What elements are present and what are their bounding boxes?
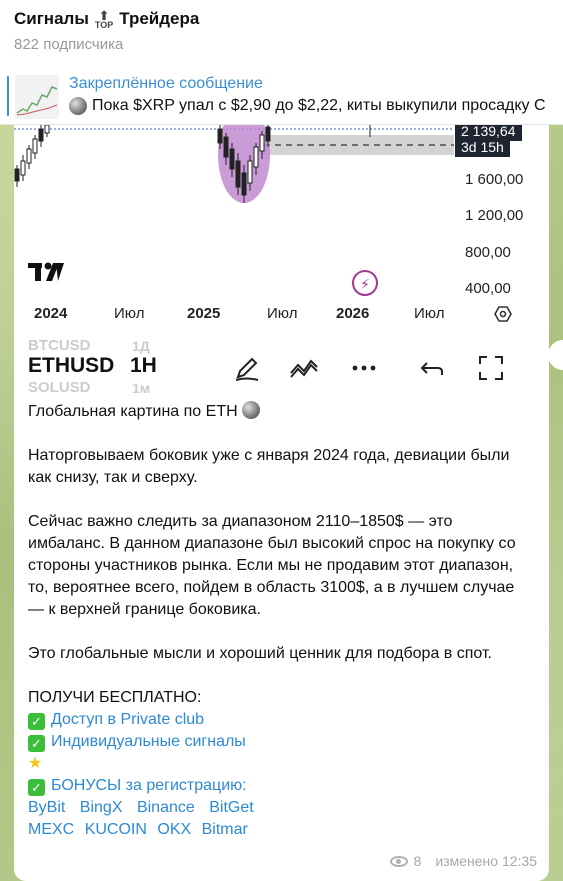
pinned-indicator [7,76,9,116]
trend-icon[interactable] [289,353,319,383]
subscriber-count: 822 подписчика [14,36,124,53]
fullscreen-icon[interactable] [476,353,506,383]
price-axis-label: 1 600,00 [465,171,524,188]
more-icon[interactable] [349,353,379,383]
coin-icon [69,97,87,115]
price-axis-label: 800,00 [465,244,511,261]
price-axis-label: 400,00 [465,280,511,297]
top-arrow-icon: ⬆ TOP [94,7,114,30]
link-row: ✓ Индивидуальные сигналы [28,731,533,753]
post-paragraph: Наторговываем боковик уже с января 2024 … [28,447,510,486]
channel-title: Сигналы ⬆ TOP Трейдера [14,7,200,30]
top-label: TOP [94,19,114,30]
x-axis-label: 2026 [336,305,370,322]
ghost-timeframe-bottom: 1м [132,380,151,396]
view-count: 8 [413,853,422,869]
post-heading: Глобальная картина по ETH [28,401,533,423]
channel-title-after: Трейдера [119,9,200,28]
pinned-preview-text: Пока $XRP упал с $2,90 до $2,22, киты вы… [92,97,546,114]
pinned-message-bar[interactable]: Закреплённое сообщение Пока $XRP упал с … [0,68,563,125]
timeframe-selector[interactable]: 1H [130,354,157,378]
star-row: ★ [28,753,533,775]
ghost-symbol-top: BTCUSD [28,337,91,354]
symbol-selector[interactable]: ETHUSD [28,354,114,378]
exchange-link[interactable]: MEXC [28,821,74,838]
pinned-preview: Пока $XRP упал с $2,90 до $2,22, киты вы… [69,97,546,115]
check-icon: ✓ [28,713,45,730]
exchange-row: ByBit BingX Binance BitGet [28,797,533,819]
undo-icon[interactable] [418,353,448,383]
pinned-title: Закреплённое сообщение [69,75,263,92]
ghost-timeframe-top: 1Д [132,338,150,354]
post-paragraph: Это глобальные мысли и хороший ценник дл… [28,645,492,662]
exchange-link[interactable]: KUCOIN [85,821,147,838]
exchange-link[interactable]: OKX [157,821,191,838]
link-row: ✓ БОНУСЫ за регистрацию: [28,775,533,797]
chart-toolbar: BTCUSD 1Д ETHUSD 1H SOLUSD 1м [14,335,549,397]
exchange-link[interactable]: Bitmar [202,821,248,838]
pen-icon[interactable] [232,353,262,383]
bonus-link[interactable]: БОНУСЫ за регистрацию: [51,777,247,794]
cta-heading: ПОЛУЧИ БЕСПЛАТНО: [28,689,202,706]
post-text: Глобальная картина по ETH Наторговываем … [28,401,533,841]
price-chart[interactable]: 2 139,64 3d 15h 1 600,00 1 200,00 800,00… [14,125,549,335]
price-axis-label: 1 200,00 [465,207,524,224]
coin-icon [242,401,261,419]
link-row: ✓ Доступ в Private club [28,709,533,731]
exchange-link[interactable]: BitGet [209,799,253,816]
countdown-tag: 3d 15h [455,138,510,157]
x-axis-label: Июл [267,305,298,322]
exchange-link[interactable]: Binance [137,799,195,816]
signals-link[interactable]: Индивидуальные сигналы [51,733,246,750]
views-icon [389,855,408,867]
tradingview-logo [28,261,66,288]
star-icon: ★ [28,755,43,772]
exchange-row: MEXC KUCOIN OKX Bitmar [28,819,533,841]
check-icon: ✓ [28,735,45,752]
channel-header[interactable]: Сигналы ⬆ TOP Трейдера 822 подписчика [0,0,563,69]
x-axis-label: 2024 [34,305,68,322]
exchange-link[interactable]: BingX [80,799,123,816]
exchange-link[interactable]: ByBit [28,799,65,816]
post-paragraph: Сейчас важно следить за диапазоном 2110–… [28,513,516,618]
flash-icon[interactable]: ⚡ [352,270,378,296]
x-axis: 2024 Июл 2025 Июл 2026 Июл [14,305,549,329]
private-club-link[interactable]: Доступ в Private club [51,711,204,728]
x-axis-label: Июл [114,305,145,322]
message-meta: 8 изменено 12:35 [389,853,537,869]
channel-title-before: Сигналы [14,9,89,28]
pinned-thumbnail [15,75,59,119]
ghost-symbol-bottom: SOLUSD [28,379,91,396]
check-icon: ✓ [28,779,45,796]
message-bubble: 2 139,64 3d 15h 1 600,00 1 200,00 800,00… [14,125,549,881]
x-axis-label: Июл [414,305,445,322]
x-axis-label: 2025 [187,305,221,322]
settings-hex-icon[interactable] [494,305,512,328]
edited-time: изменено 12:35 [435,853,537,869]
